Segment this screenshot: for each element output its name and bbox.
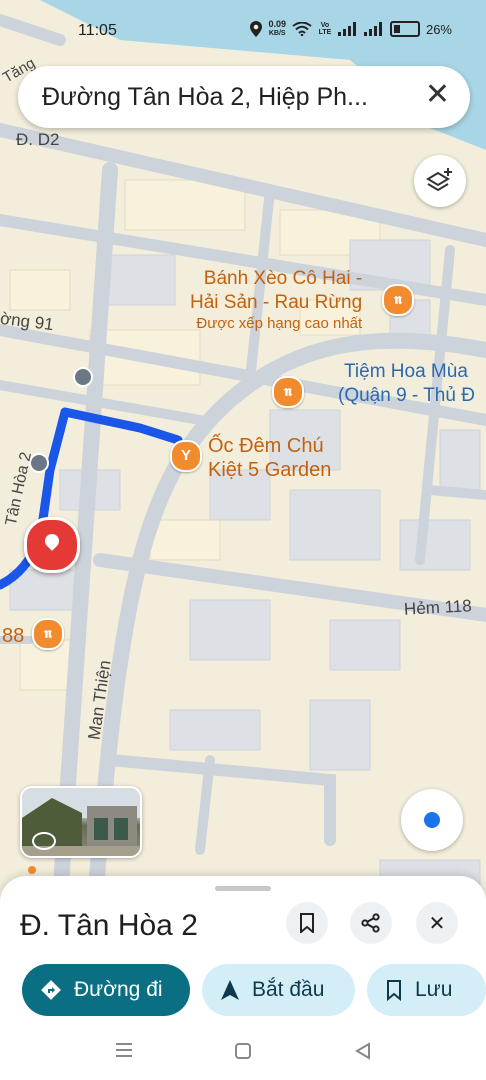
status-icons: 0.09 KB/S Vo LTE 26% [250, 20, 452, 38]
start-button[interactable]: Bắt đầu [202, 964, 355, 1016]
poi-banh-xeo[interactable]: Bánh Xèo Cô Hai - Hải Sản - Rau Rừng Đượ… [190, 267, 362, 332]
fork-knife-icon[interactable]: 𝖓 [32, 618, 64, 650]
poi-tiem-hoa-line2: (Quận 9 - Thủ Đ [338, 385, 475, 406]
net-speed-unit: KB/S [268, 30, 286, 37]
poi-oc-dem-line1: Ốc Đêm Chú [208, 435, 324, 457]
directions-button[interactable]: Đường đi [22, 964, 190, 1016]
poi-oc-dem-line2: Kiệt 5 Garden [208, 459, 332, 481]
share-icon [361, 913, 380, 933]
close-sheet-button[interactable]: ✕ [416, 902, 458, 944]
system-nav-bar [0, 1030, 486, 1080]
sheet-drag-handle[interactable] [215, 886, 271, 891]
search-bar[interactable]: Đường Tân Hòa 2, Hiệp Ph... ✕ [18, 66, 470, 128]
place-title: Đ. Tân Hòa 2 [20, 909, 198, 942]
search-query[interactable]: Đường Tân Hòa 2, Hiệp Ph... [42, 83, 368, 112]
map-canvas[interactable]: Tăng Đ. D2 ờng 91 Tân Hòa 2 Man Thiện Hẻ… [0, 0, 486, 900]
cocktail-icon[interactable]: Y [170, 440, 202, 472]
bookmark-icon [300, 913, 314, 933]
volte-label: Vo LTE [318, 22, 332, 36]
net-speed-value: 0.09 [268, 19, 286, 29]
location-icon [250, 21, 263, 37]
layers-button[interactable] [414, 155, 466, 207]
street-label-hem-118: Hẻm 118 [403, 596, 473, 619]
back-nav-icon[interactable] [354, 1042, 372, 1065]
fork-knife-icon[interactable]: 𝖓 [382, 284, 414, 316]
status-bar: 11:05 0.09 KB/S Vo LTE 26% [0, 0, 486, 60]
status-time: 11:05 [78, 22, 117, 39]
street-view-icon [32, 832, 56, 850]
menu-nav-icon[interactable] [114, 1042, 134, 1063]
bookmark-button[interactable] [286, 902, 328, 944]
my-location-icon [424, 812, 440, 828]
street-label-d2: Đ. D2 [16, 130, 60, 149]
my-location-button[interactable] [401, 789, 463, 851]
fork-knife-icon[interactable]: 𝖓 [272, 376, 304, 408]
poi-tiem-hoa-line1: Tiệm Hoa Mùa [344, 361, 468, 382]
battery-percent: 26% [425, 21, 452, 37]
map-pin-icon[interactable] [24, 517, 80, 573]
poi-banh-xeo-line1: Bánh Xèo Cô Hai - [203, 268, 363, 289]
poi-tiem-hoa[interactable]: Tiệm Hoa Mùa (Quận 9 - Thủ Đ [338, 360, 475, 408]
poi-banh-xeo-subtitle: Được xếp hạng cao nhất [196, 315, 363, 332]
poi-banh-xeo-line2: Hải Sản - Rau Rừng [190, 292, 363, 313]
save-button[interactable]: Lưu [367, 964, 486, 1016]
layers-icon [426, 168, 452, 192]
directions-icon [40, 979, 62, 1001]
directions-label: Đường đi [74, 978, 163, 1001]
close-icon: ✕ [428, 912, 446, 935]
signal-icon [337, 22, 356, 36]
poi-oc-dem[interactable]: Ốc Đêm Chú Kiệt 5 Garden [208, 434, 331, 482]
start-label: Bắt đầu [252, 978, 325, 1001]
signal-icon [363, 22, 382, 36]
bookmark-icon [385, 979, 403, 1001]
close-icon[interactable]: ✕ [425, 80, 450, 110]
poi-88-label[interactable]: 88 [2, 624, 24, 648]
street-view-thumbnail[interactable] [20, 786, 142, 858]
battery-icon [389, 21, 420, 37]
net-speed: 0.09 KB/S [268, 20, 286, 38]
share-button[interactable] [350, 902, 392, 944]
home-nav-icon[interactable] [234, 1042, 252, 1065]
navigation-arrow-icon [220, 979, 240, 1001]
save-label: Lưu [415, 978, 453, 1001]
wifi-icon [292, 22, 312, 36]
